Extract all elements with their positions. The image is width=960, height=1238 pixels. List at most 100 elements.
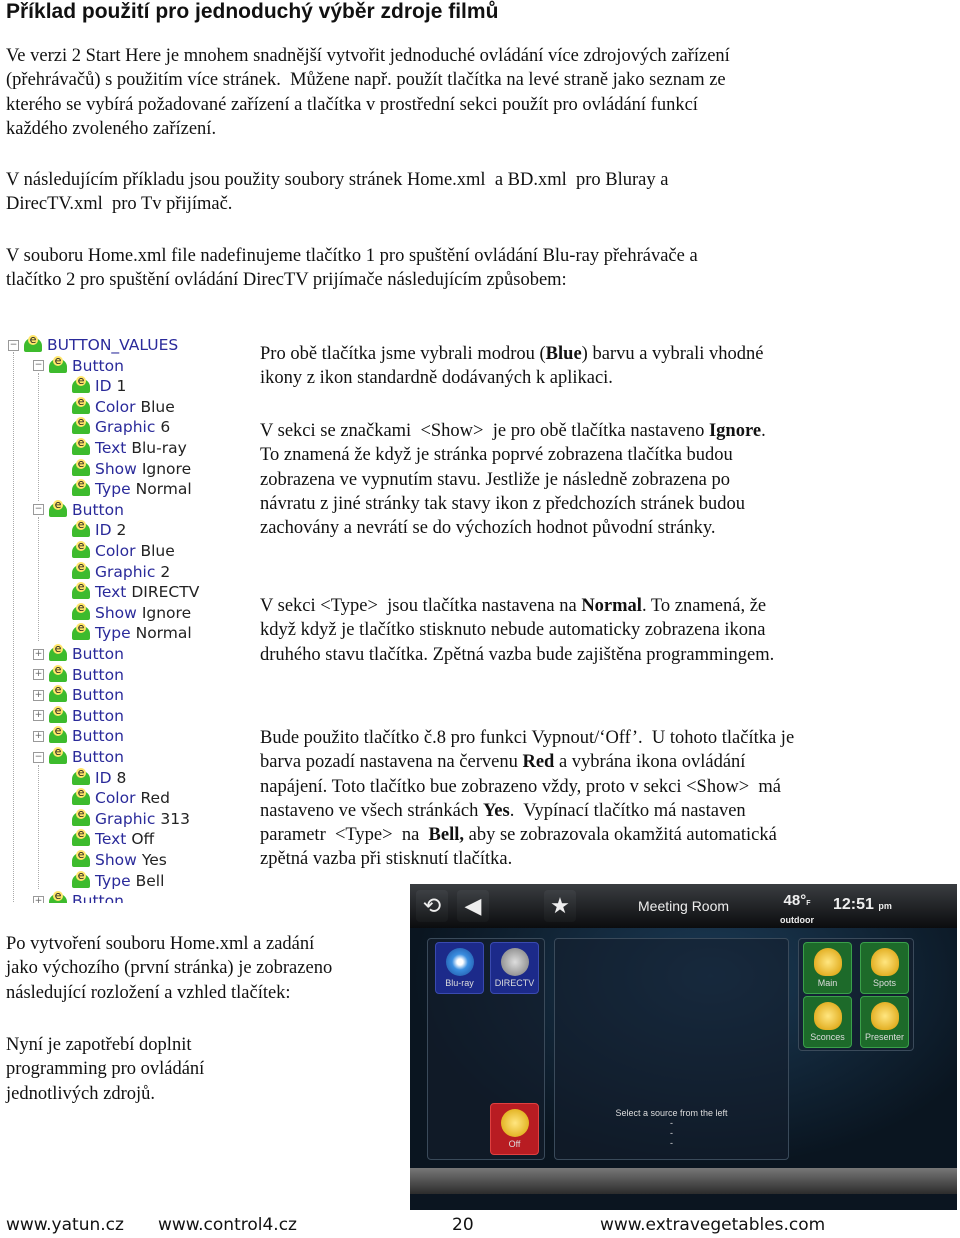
tree-node[interactable]: TextBlu-ray bbox=[72, 438, 187, 458]
xml-element-icon bbox=[49, 747, 67, 764]
text-line: V sekci se značkami <Show> je pro obě tl… bbox=[260, 419, 766, 443]
tree-node[interactable]: − Button bbox=[33, 355, 124, 376]
expand-icon[interactable]: + bbox=[33, 895, 44, 903]
xml-element-icon bbox=[72, 602, 90, 620]
tree-node[interactable]: ColorRed bbox=[72, 788, 170, 808]
tree-node[interactable]: TypeNormal bbox=[72, 623, 192, 643]
tree-node[interactable]: + Button bbox=[33, 644, 124, 664]
footer-link-yatun[interactable]: www.yatun.cz bbox=[6, 1215, 124, 1235]
text-run: tlačítko 2 pro spuštění ovládání DirecTV… bbox=[6, 270, 567, 291]
expand-icon[interactable]: + bbox=[33, 669, 44, 681]
node-key: Text bbox=[95, 439, 127, 457]
xml-element-icon bbox=[49, 685, 67, 703]
text-line: V sekci <Type> jsou tlačítka nastavena n… bbox=[260, 594, 774, 618]
light-button[interactable]: Sconces bbox=[803, 996, 852, 1048]
tree-node[interactable]: − BUTTON_VALUES bbox=[8, 335, 178, 355]
node-key: Show bbox=[95, 459, 137, 478]
ampm: pm bbox=[878, 901, 892, 911]
node-value: 8 bbox=[116, 768, 127, 787]
node-value: Normal bbox=[135, 480, 192, 499]
off-button[interactable]: Off bbox=[490, 1103, 539, 1155]
tree-node[interactable]: − Button bbox=[33, 499, 124, 520]
collapse-icon[interactable]: − bbox=[33, 751, 44, 763]
text-line: To znamená že když je stránka poprvé zob… bbox=[260, 443, 766, 467]
node-value: 2 bbox=[116, 521, 127, 540]
back-arrow-icon[interactable]: ◀ bbox=[457, 890, 489, 922]
source-button-bluray[interactable]: Blu-ray bbox=[435, 942, 484, 994]
tree-node[interactable]: ColorBlue bbox=[72, 541, 175, 561]
tree-node[interactable]: + Button bbox=[33, 664, 124, 685]
tree-node[interactable]: TypeBell bbox=[72, 870, 164, 891]
node-key: Type bbox=[95, 871, 131, 890]
tree-node[interactable]: ID2 bbox=[72, 520, 126, 540]
text-line: programming pro ovládání bbox=[6, 1057, 204, 1081]
dash: - bbox=[670, 1138, 673, 1148]
tree-node[interactable]: ShowIgnore bbox=[72, 602, 191, 623]
tree-node[interactable]: TypeNormal bbox=[72, 479, 192, 499]
node-key: Button bbox=[72, 500, 124, 519]
node-value: 6 bbox=[160, 418, 171, 437]
text-line: každého zvoleného zařízení. bbox=[6, 117, 730, 141]
text-run: návratu z jiné stránky tak stavy ikon z … bbox=[260, 493, 745, 514]
source-message: Select a source from the left --- bbox=[555, 1108, 788, 1148]
xml-element-icon bbox=[72, 850, 90, 867]
control4-logo-icon[interactable]: ⟲ bbox=[416, 890, 448, 922]
tree-node[interactable]: + Button bbox=[33, 726, 124, 746]
footer-link-control4[interactable]: www.control4.cz bbox=[158, 1215, 297, 1235]
tree-node[interactable]: + Button bbox=[33, 685, 124, 705]
node-key: Show bbox=[95, 603, 137, 622]
text-line: barva pozadí nastavena na červenu Red a … bbox=[260, 750, 794, 774]
tree-node[interactable]: ID1 bbox=[72, 376, 126, 396]
tree-node[interactable]: ID8 bbox=[72, 767, 127, 788]
button-label: Main bbox=[817, 978, 838, 988]
footer-link-extravegetables[interactable]: www.extravegetables.com bbox=[600, 1215, 825, 1235]
button-label: DIRECTV bbox=[494, 978, 535, 988]
light-button[interactable]: Presenter bbox=[860, 996, 909, 1048]
tree-node[interactable]: ShowIgnore bbox=[72, 458, 191, 479]
message-text: Select a source from the left bbox=[615, 1108, 728, 1118]
text-line: napájení. Toto tlačítko bue zobrazeno vž… bbox=[260, 775, 794, 799]
node-key: Button bbox=[72, 892, 124, 903]
text-run: . Vypínací tlačítko má nastaven bbox=[509, 800, 746, 821]
text-run: a vybrána ikona ovládání bbox=[554, 752, 746, 773]
clock: 12:51 pm bbox=[833, 896, 892, 914]
text-line: V souboru Home.xml file nadefinujeme tla… bbox=[6, 244, 698, 268]
weather: 48°F outdoor bbox=[780, 892, 814, 928]
tree-node[interactable]: TextOff bbox=[72, 829, 154, 849]
expand-icon[interactable]: + bbox=[33, 710, 44, 722]
text-run: ) barvu a vybrali vhodné bbox=[581, 344, 764, 364]
text-run: kterého se vybírá požadované zařízení a … bbox=[6, 94, 698, 115]
collapse-icon[interactable]: − bbox=[33, 504, 44, 516]
tree-node[interactable]: + Button bbox=[33, 891, 124, 903]
star-icon[interactable]: ★ bbox=[544, 890, 576, 922]
tree-node[interactable]: ShowYes bbox=[72, 850, 167, 870]
tree-node[interactable]: + Button bbox=[33, 705, 124, 726]
node-key: Color bbox=[95, 397, 136, 416]
xml-element-icon bbox=[49, 891, 67, 903]
paragraph: V následujícím příkladu jsou použity sou… bbox=[6, 168, 668, 217]
tree-node[interactable]: Graphic313 bbox=[72, 808, 190, 829]
tree-node[interactable]: TextDIRECTV bbox=[72, 582, 199, 602]
source-button-directv[interactable]: DIRECTV bbox=[490, 942, 539, 994]
node-value: Normal bbox=[135, 624, 192, 643]
xml-element-icon bbox=[72, 458, 90, 476]
text-line: jako výchozího (první stránka) je zobraz… bbox=[6, 956, 332, 980]
light-button[interactable]: Main bbox=[803, 942, 852, 994]
tree-node[interactable]: ColorBlue bbox=[72, 396, 175, 417]
text-run: zpětná vazba při stisknutí tlačítka. bbox=[260, 849, 513, 870]
expand-icon[interactable]: + bbox=[33, 689, 44, 701]
tree-node[interactable]: Graphic2 bbox=[72, 561, 170, 582]
expand-icon[interactable]: + bbox=[33, 648, 44, 660]
text-run: Nyní je zapotřebí doplnit bbox=[6, 1035, 192, 1055]
text-run: . To znamená, že bbox=[641, 596, 767, 616]
expand-icon[interactable]: + bbox=[33, 730, 44, 742]
paragraph: Po vytvoření souboru Home.xml a zadání ja… bbox=[6, 932, 332, 1005]
tree-node[interactable]: Graphic6 bbox=[72, 417, 170, 437]
text-run: V následujícím příkladu jsou použity sou… bbox=[6, 170, 669, 190]
paragraph: V sekci <Type> jsou tlačítka nastavena n… bbox=[260, 594, 774, 667]
collapse-icon[interactable]: − bbox=[33, 360, 44, 372]
light-button[interactable]: Spots bbox=[860, 942, 909, 994]
disc-icon bbox=[445, 948, 474, 976]
collapse-icon[interactable]: − bbox=[8, 339, 19, 351]
tree-node[interactable]: − Button bbox=[33, 747, 124, 767]
